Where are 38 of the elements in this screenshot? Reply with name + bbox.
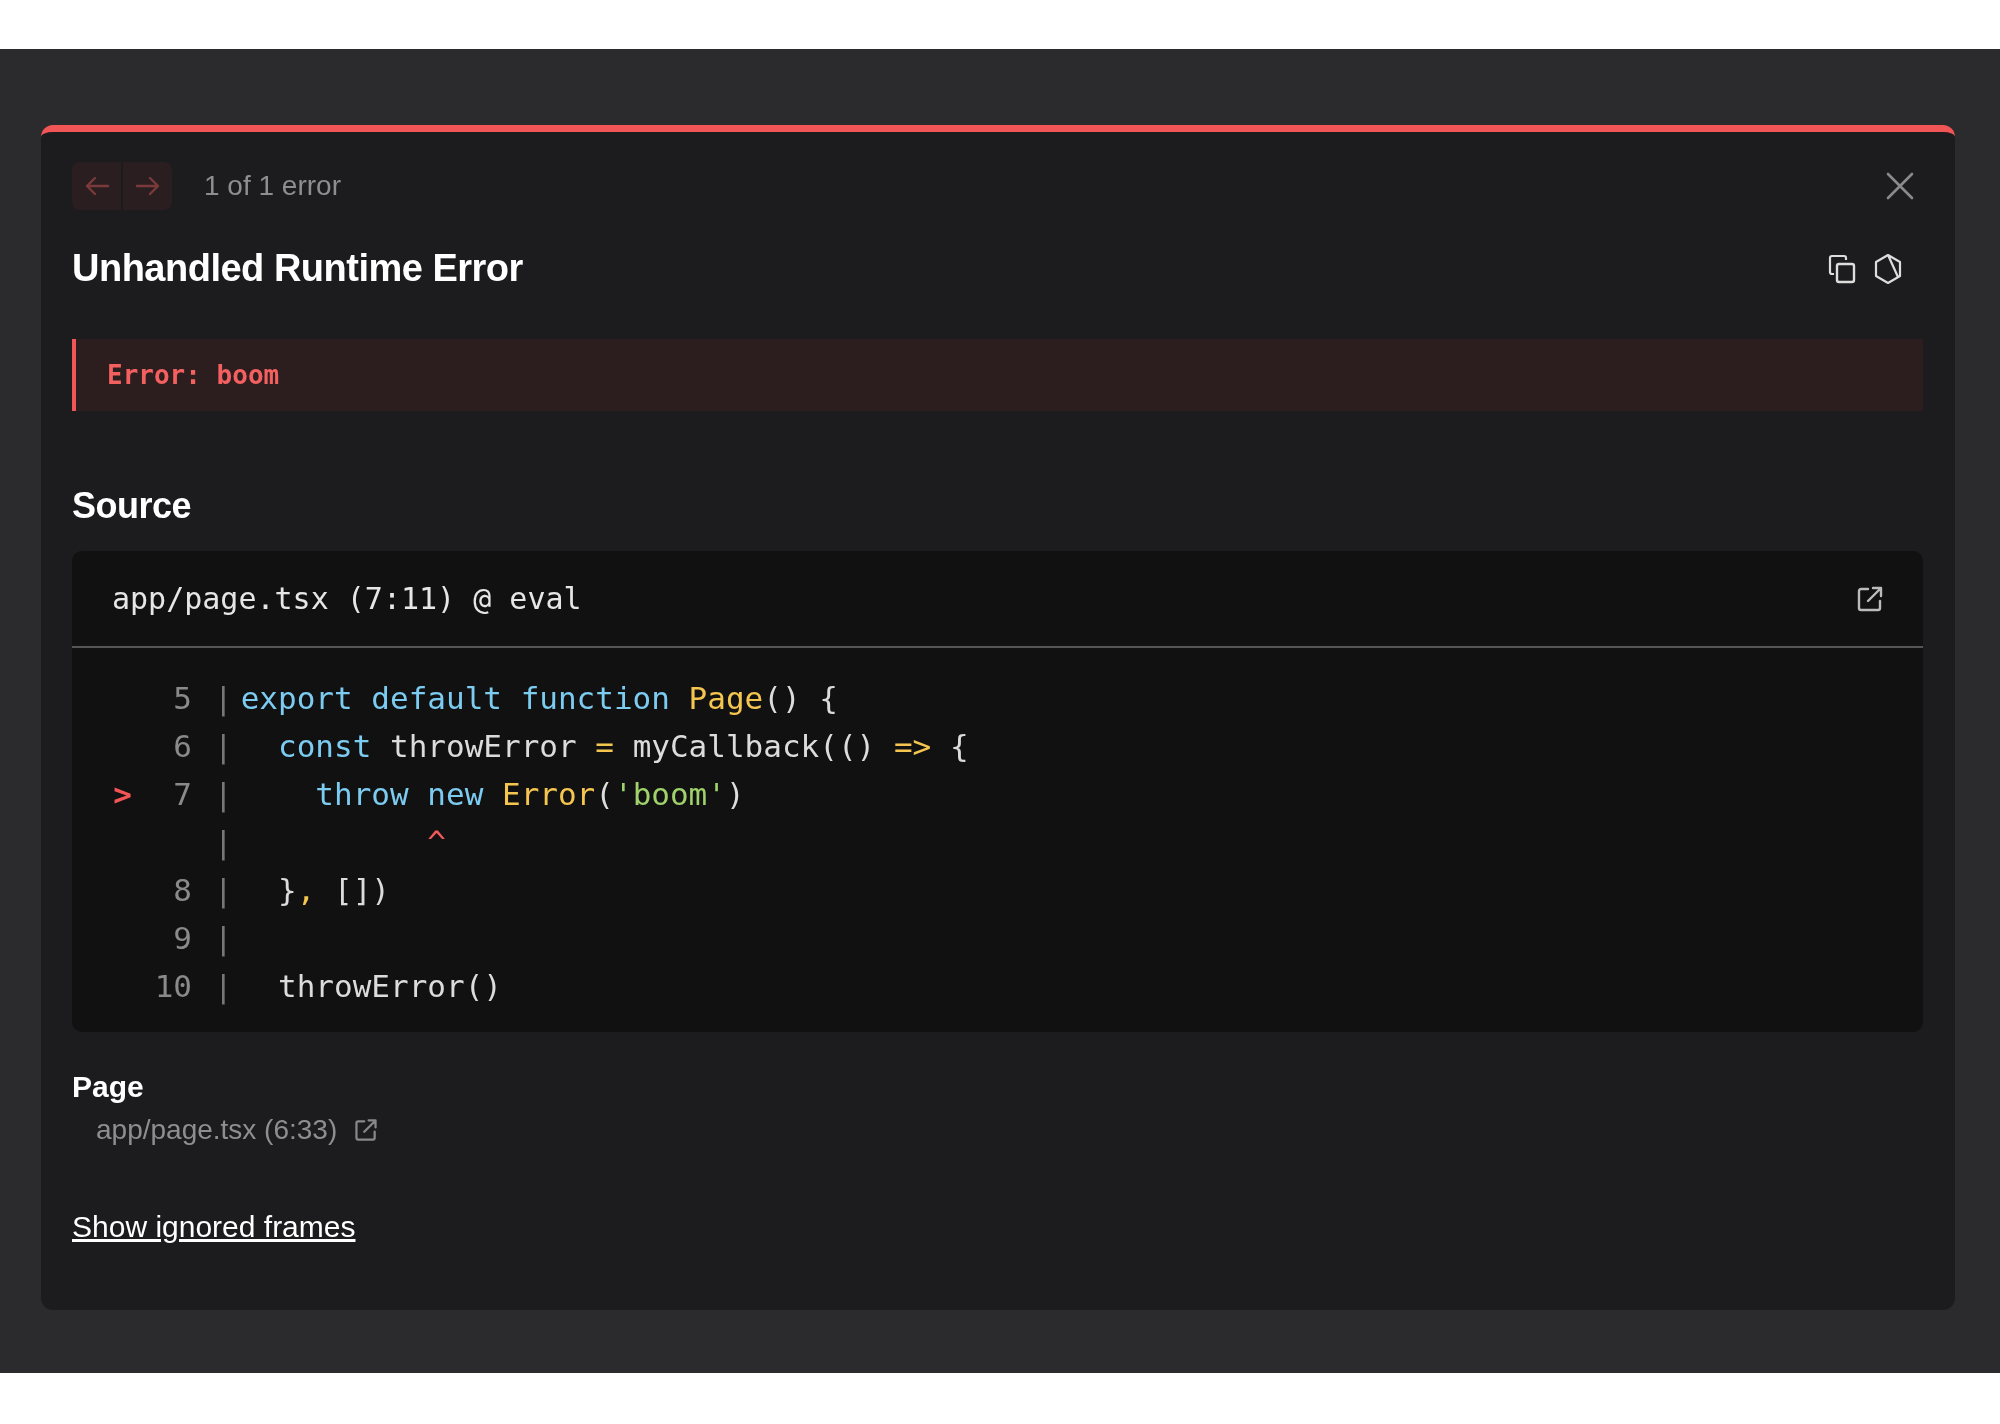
code-line: const throwError = myCallback(() => { [277,728,969,764]
left-arrow-icon [83,175,110,197]
code-line: }, []) [277,872,390,908]
line-number: 5 [173,680,192,716]
gutter-text: | [214,920,233,956]
right-arrow-icon [134,175,161,197]
code-line: throw new Error('boom') [314,776,745,812]
gutter-text: | [214,872,233,908]
close-icon [1885,171,1915,201]
line-number: 8 [173,872,192,908]
code-line: export default function Page() { [240,680,838,716]
open-frame-button[interactable] [353,1117,380,1143]
error-line-marker: > [113,776,132,812]
gutter-text: | [214,728,233,764]
line-number: 10 [154,968,192,1004]
gutter-text: | [214,680,233,716]
copy-icon [1827,252,1857,285]
copy-button[interactable] [1827,252,1857,285]
line-number: 9 [173,920,192,956]
source-file-path: app/page.tsx (7:11) @ eval [112,581,582,616]
gutter-text: | [214,776,233,812]
code-line: throwError() [277,968,502,1004]
error-counter: 1 of 1 error [204,170,341,202]
show-ignored-frames-link[interactable]: Show ignored frames [72,1210,356,1244]
close-button[interactable] [1885,171,1915,201]
external-link-icon [353,1117,380,1143]
hexagon-icon [1873,252,1903,285]
caret-pointer: ^ [426,824,446,860]
gutter-text: | [214,824,233,860]
gutter-text: | [214,968,233,1004]
source-heading: Source [72,485,193,527]
nodejs-button[interactable] [1873,252,1903,285]
error-message: Error: boom [107,360,280,390]
frame-location: app/page.tsx (6:33) [96,1114,338,1146]
line-number: 7 [173,776,192,812]
line-number: 6 [173,728,192,764]
error-title: Unhandled Runtime Error [72,247,523,290]
frame-name: Page [72,1070,145,1104]
